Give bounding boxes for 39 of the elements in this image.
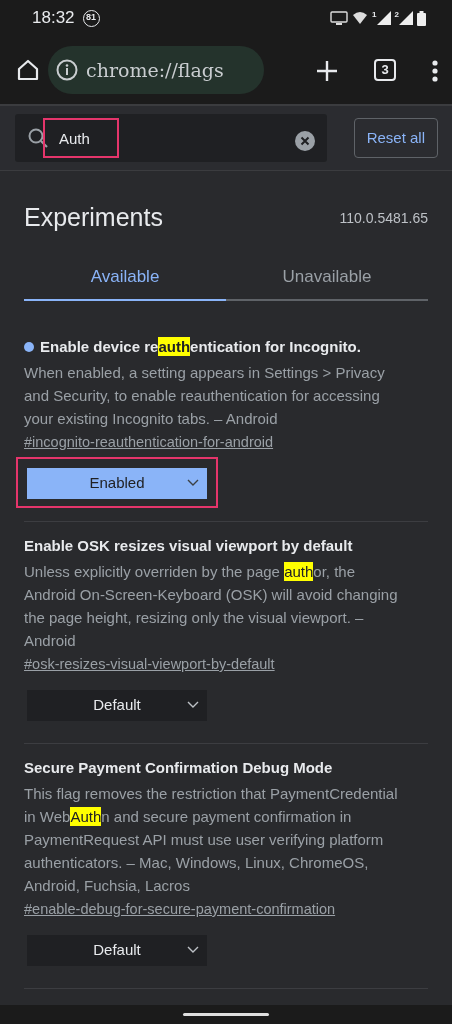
flag-link[interactable]: #enable-debug-for-secure-payment-confirmation <box>24 901 336 917</box>
wifi-icon <box>352 11 369 25</box>
tab[interactable]: Unavailable <box>226 255 428 301</box>
tab-count-button[interactable]: 3 <box>374 59 396 81</box>
reset-all-button[interactable]: Reset all <box>353 117 438 159</box>
home-icon <box>16 58 40 83</box>
page-heading: Experiments <box>24 202 163 234</box>
chevron-down-icon <box>187 946 199 954</box>
flag-title: Secure Payment Confirmation Debug Mode <box>24 758 333 778</box>
signal-icon <box>399 11 413 25</box>
status-time: 18:32 <box>32 7 75 30</box>
more-icon <box>432 59 438 82</box>
tab[interactable]: Available <box>24 255 226 301</box>
flag-dropdown[interactable]: Default <box>27 935 207 966</box>
chevron-down-icon <box>187 701 199 709</box>
flag-dropdown[interactable]: Enabled <box>27 468 207 499</box>
battery-icon <box>417 10 426 26</box>
flag-dropdown[interactable]: Default <box>27 690 207 721</box>
search-icon <box>27 127 49 149</box>
new-tab-button[interactable] <box>316 58 338 82</box>
plus-icon <box>316 59 338 82</box>
menu-button[interactable] <box>432 58 438 82</box>
sim-label: 2 <box>394 11 399 19</box>
info-icon <box>56 59 78 81</box>
close-icon <box>295 130 315 151</box>
flag-description: When enabled, a setting appears in Settings > Privacy and Security, to enable reauthentication for accessing your existing Incognito tabs. – Android <box>24 363 386 429</box>
version-number: 110.0.5481.65 <box>339 208 428 228</box>
home-handle[interactable] <box>183 1013 269 1016</box>
clear-button[interactable] <box>295 128 315 152</box>
signal-icon <box>376 11 391 25</box>
flag-link[interactable]: #incognito-reauthentication-for-android <box>24 434 274 450</box>
address-bar[interactable]: chrome://flags <box>48 46 264 94</box>
chevron-down-icon <box>187 479 199 487</box>
flag-description: Unless explicitly overriden by the page author, the Android On-Screen-Keyboard (OSK) will avoid changing the page height, resizing only the visual viewport. – Android <box>24 561 399 651</box>
home-button[interactable] <box>16 57 40 83</box>
flag-link[interactable]: #osk-resizes-visual-viewport-by-default <box>24 656 275 672</box>
sim-label: 1 <box>372 11 377 19</box>
search-field[interactable]: Auth <box>15 114 327 162</box>
flag-title: Enable OSK resizes visual viewport by default <box>24 536 353 556</box>
